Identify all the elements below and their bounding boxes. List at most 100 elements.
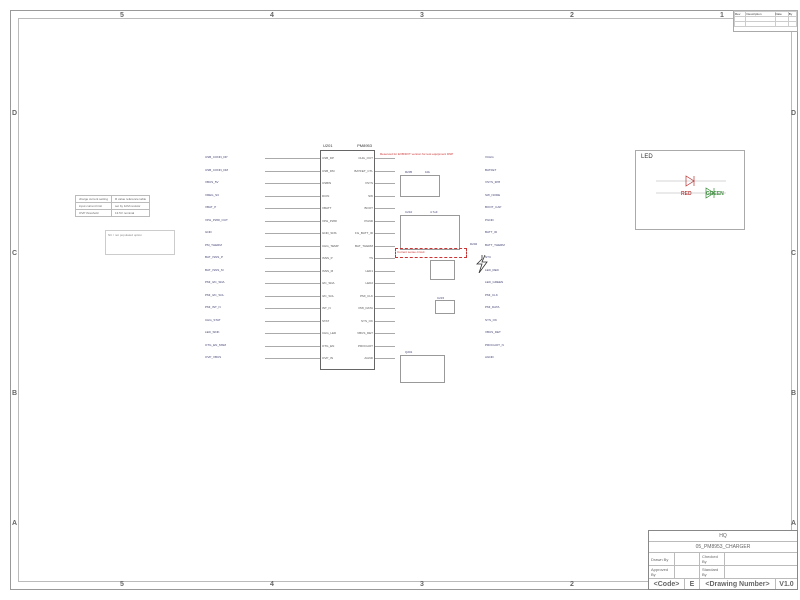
row-coord: B	[791, 390, 796, 397]
wire	[265, 158, 320, 159]
title-block: HQ 05_PM8953_CHARGER Drawn By Checked By…	[648, 530, 798, 590]
annotation-mid: Current sense circuit	[395, 248, 467, 258]
ic-pin-left: CHG_LED	[322, 331, 336, 335]
wire	[265, 183, 320, 184]
net-label: SW_NODE	[485, 193, 500, 197]
net-label: BOOT_CAP	[485, 205, 501, 209]
component-ref: D202	[470, 242, 477, 246]
ic-pin-left: OTG_EN	[322, 344, 334, 348]
net-label: LED_GREEN	[485, 280, 503, 284]
led-icon	[656, 171, 726, 212]
titleblock-company: HQ	[649, 531, 797, 541]
wire	[265, 283, 320, 284]
annotation-top: Reserved for EVB/DVT version for test eq…	[380, 152, 453, 156]
ic-pin-left: USB_DM	[322, 169, 335, 173]
wire	[375, 308, 395, 309]
sub-block-tvs	[430, 260, 455, 280]
wire	[265, 321, 320, 322]
ic-pin-right: PROCHOT	[347, 344, 373, 348]
led-title: LED	[641, 154, 653, 160]
wire	[265, 171, 320, 172]
col-coord: 5	[120, 581, 124, 588]
ic-pin-right: VBUS_DET	[347, 331, 373, 335]
ic-pin-right: LED2	[347, 281, 373, 285]
ic-pin-left: INT_N	[322, 306, 331, 310]
ic-pin-right: PMI_DATA	[347, 306, 373, 310]
net-label: PGND	[485, 218, 494, 222]
row-coord: D	[12, 110, 17, 117]
ic-pin-left: GND_SNS	[322, 231, 337, 235]
ic-pin-left: CHG_TEMP	[322, 244, 339, 248]
ic-pin-left: STAT	[322, 319, 329, 323]
ic-pin-right: SYS_OK	[347, 319, 373, 323]
net-label: LED_SINK	[205, 330, 220, 334]
sub-block-usb	[400, 175, 440, 197]
ic-pin-right: BAT_THERM	[347, 244, 373, 248]
col-coord: 3	[420, 12, 424, 19]
wire	[265, 358, 320, 359]
ic-pin-right: FG_BATT_ID	[347, 231, 373, 235]
wire	[375, 196, 395, 197]
row-coord: A	[791, 520, 796, 527]
wire	[265, 208, 320, 209]
ic-pin-left: VBATT	[322, 206, 331, 210]
net-label: VPH_PWR_OUT	[205, 218, 228, 222]
row-coord: C	[791, 250, 796, 257]
wire	[375, 221, 395, 222]
wire	[375, 283, 395, 284]
wire	[265, 346, 320, 347]
notes-cell: input current limit	[76, 203, 112, 210]
net-label: VREG_S3	[205, 193, 219, 197]
net-label: PMI_DATA	[485, 305, 500, 309]
titleblock-size: E	[684, 579, 699, 589]
ic-pin-right: BOOT	[347, 206, 373, 210]
ic-pin-right: PGND	[347, 219, 373, 223]
ic-pin-right: BATFET_CTL	[347, 169, 373, 173]
ic-pin-right: VSYS	[347, 181, 373, 185]
row-coord: C	[12, 250, 17, 257]
net-label: PROCHOT_N	[485, 343, 504, 347]
ic-pin-left: OVP_IN	[322, 356, 333, 360]
net-label: SYS_OK	[485, 318, 497, 322]
col-coord: 4	[270, 581, 274, 588]
net-label: USB_CONN_DP	[205, 155, 228, 159]
wire	[375, 208, 395, 209]
note-box: NC / not populated option	[105, 230, 175, 255]
ic-pin-left: USB_DP	[322, 156, 334, 160]
notes-cell: charge current setting	[76, 196, 112, 203]
ic-pin-left: DCIN	[322, 194, 329, 198]
wire	[265, 296, 320, 297]
ic-pin-left: ISNS_P	[322, 256, 333, 260]
wire	[265, 196, 320, 197]
sub-block-cap	[435, 300, 455, 314]
component-ref: R205	[405, 170, 412, 174]
col-coord: 5	[120, 12, 124, 19]
wire	[375, 258, 395, 259]
wire	[375, 246, 395, 247]
net-label: PMI_I2C_SDA	[205, 280, 225, 284]
wire	[375, 346, 395, 347]
led-block: LED RED GREEN	[635, 150, 745, 230]
ic-pin-left: USBIN	[322, 181, 331, 185]
net-label: BAT_ISNS_M	[205, 268, 223, 272]
wire	[265, 333, 320, 334]
col-coord: 3	[420, 581, 424, 588]
titleblock-drawing-number: <Drawing Number>	[699, 579, 775, 589]
titleblock-rev: V1.0	[775, 579, 797, 589]
net-label: OTG_EN_MSM	[205, 343, 226, 347]
component-ref: C210	[405, 210, 412, 214]
wire	[375, 183, 395, 184]
col-coord: 1	[720, 12, 724, 19]
titleblock-field: Standard By	[699, 566, 724, 578]
net-label: VSYS_3P8	[485, 180, 500, 184]
net-label: CHG_STAT	[205, 318, 221, 322]
component-val: 4.7uF	[430, 210, 438, 214]
col-coord: 2	[570, 581, 574, 588]
wire	[375, 321, 395, 322]
component-val: 10k	[425, 170, 430, 174]
titleblock-title: 05_PM8953_CHARGER	[649, 542, 797, 552]
col-coord: 2	[570, 12, 574, 19]
wire	[265, 271, 320, 272]
net-label: BATT_ID	[485, 230, 497, 234]
titleblock-field: Approved By	[649, 566, 674, 578]
